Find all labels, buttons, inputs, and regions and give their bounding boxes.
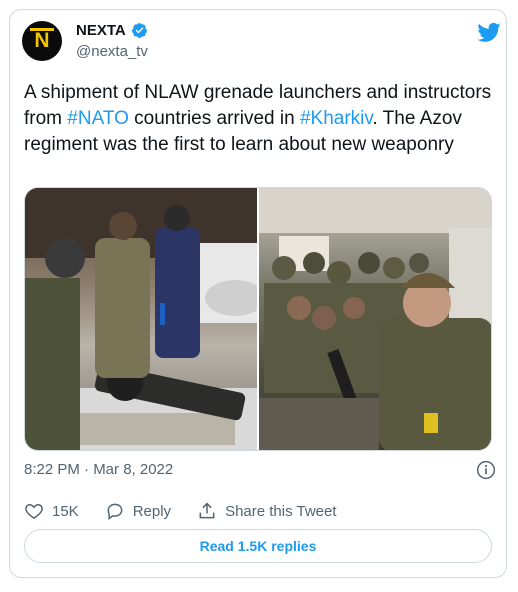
hashtag-nato[interactable]: #NATO xyxy=(67,108,129,129)
tweet-timestamp[interactable]: 8:22 PM · Mar 8, 2022 xyxy=(24,461,173,478)
avatar[interactable]: N xyxy=(22,21,62,61)
reply-button[interactable]: Reply xyxy=(105,501,171,521)
like-button[interactable]: 15K xyxy=(24,501,79,521)
avatar-letter: N xyxy=(34,29,50,52)
photo-left[interactable] xyxy=(25,188,265,450)
tweet-text-part: countries arrived in xyxy=(128,108,300,129)
heart-icon xyxy=(25,503,43,519)
tweet-text: A shipment of NLAW grenade launchers and… xyxy=(24,80,494,158)
share-label: Share this Tweet xyxy=(225,502,337,520)
twitter-bird-icon[interactable] xyxy=(477,20,501,44)
tweet-actions: 15K Reply Share this Tweet xyxy=(24,501,363,521)
likes-count: 15K xyxy=(52,502,79,520)
display-name[interactable]: NEXTA xyxy=(76,22,126,39)
photo-right[interactable] xyxy=(259,188,491,450)
reply-icon xyxy=(107,503,123,520)
tweet-media xyxy=(24,187,492,451)
photo-right-scene xyxy=(259,188,491,450)
verified-badge-icon xyxy=(131,23,147,38)
share-icon xyxy=(199,502,215,519)
info-icon[interactable] xyxy=(476,460,496,480)
share-button[interactable]: Share this Tweet xyxy=(197,501,337,521)
author-name-row: NEXTA xyxy=(76,22,148,39)
photo-left-scene xyxy=(25,188,265,450)
author-handle[interactable]: @nexta_tv xyxy=(76,43,148,60)
read-replies-button[interactable]: Read 1.5K replies xyxy=(24,529,492,563)
reply-label: Reply xyxy=(132,502,172,520)
hashtag-kharkiv[interactable]: #Kharkiv xyxy=(300,108,373,129)
